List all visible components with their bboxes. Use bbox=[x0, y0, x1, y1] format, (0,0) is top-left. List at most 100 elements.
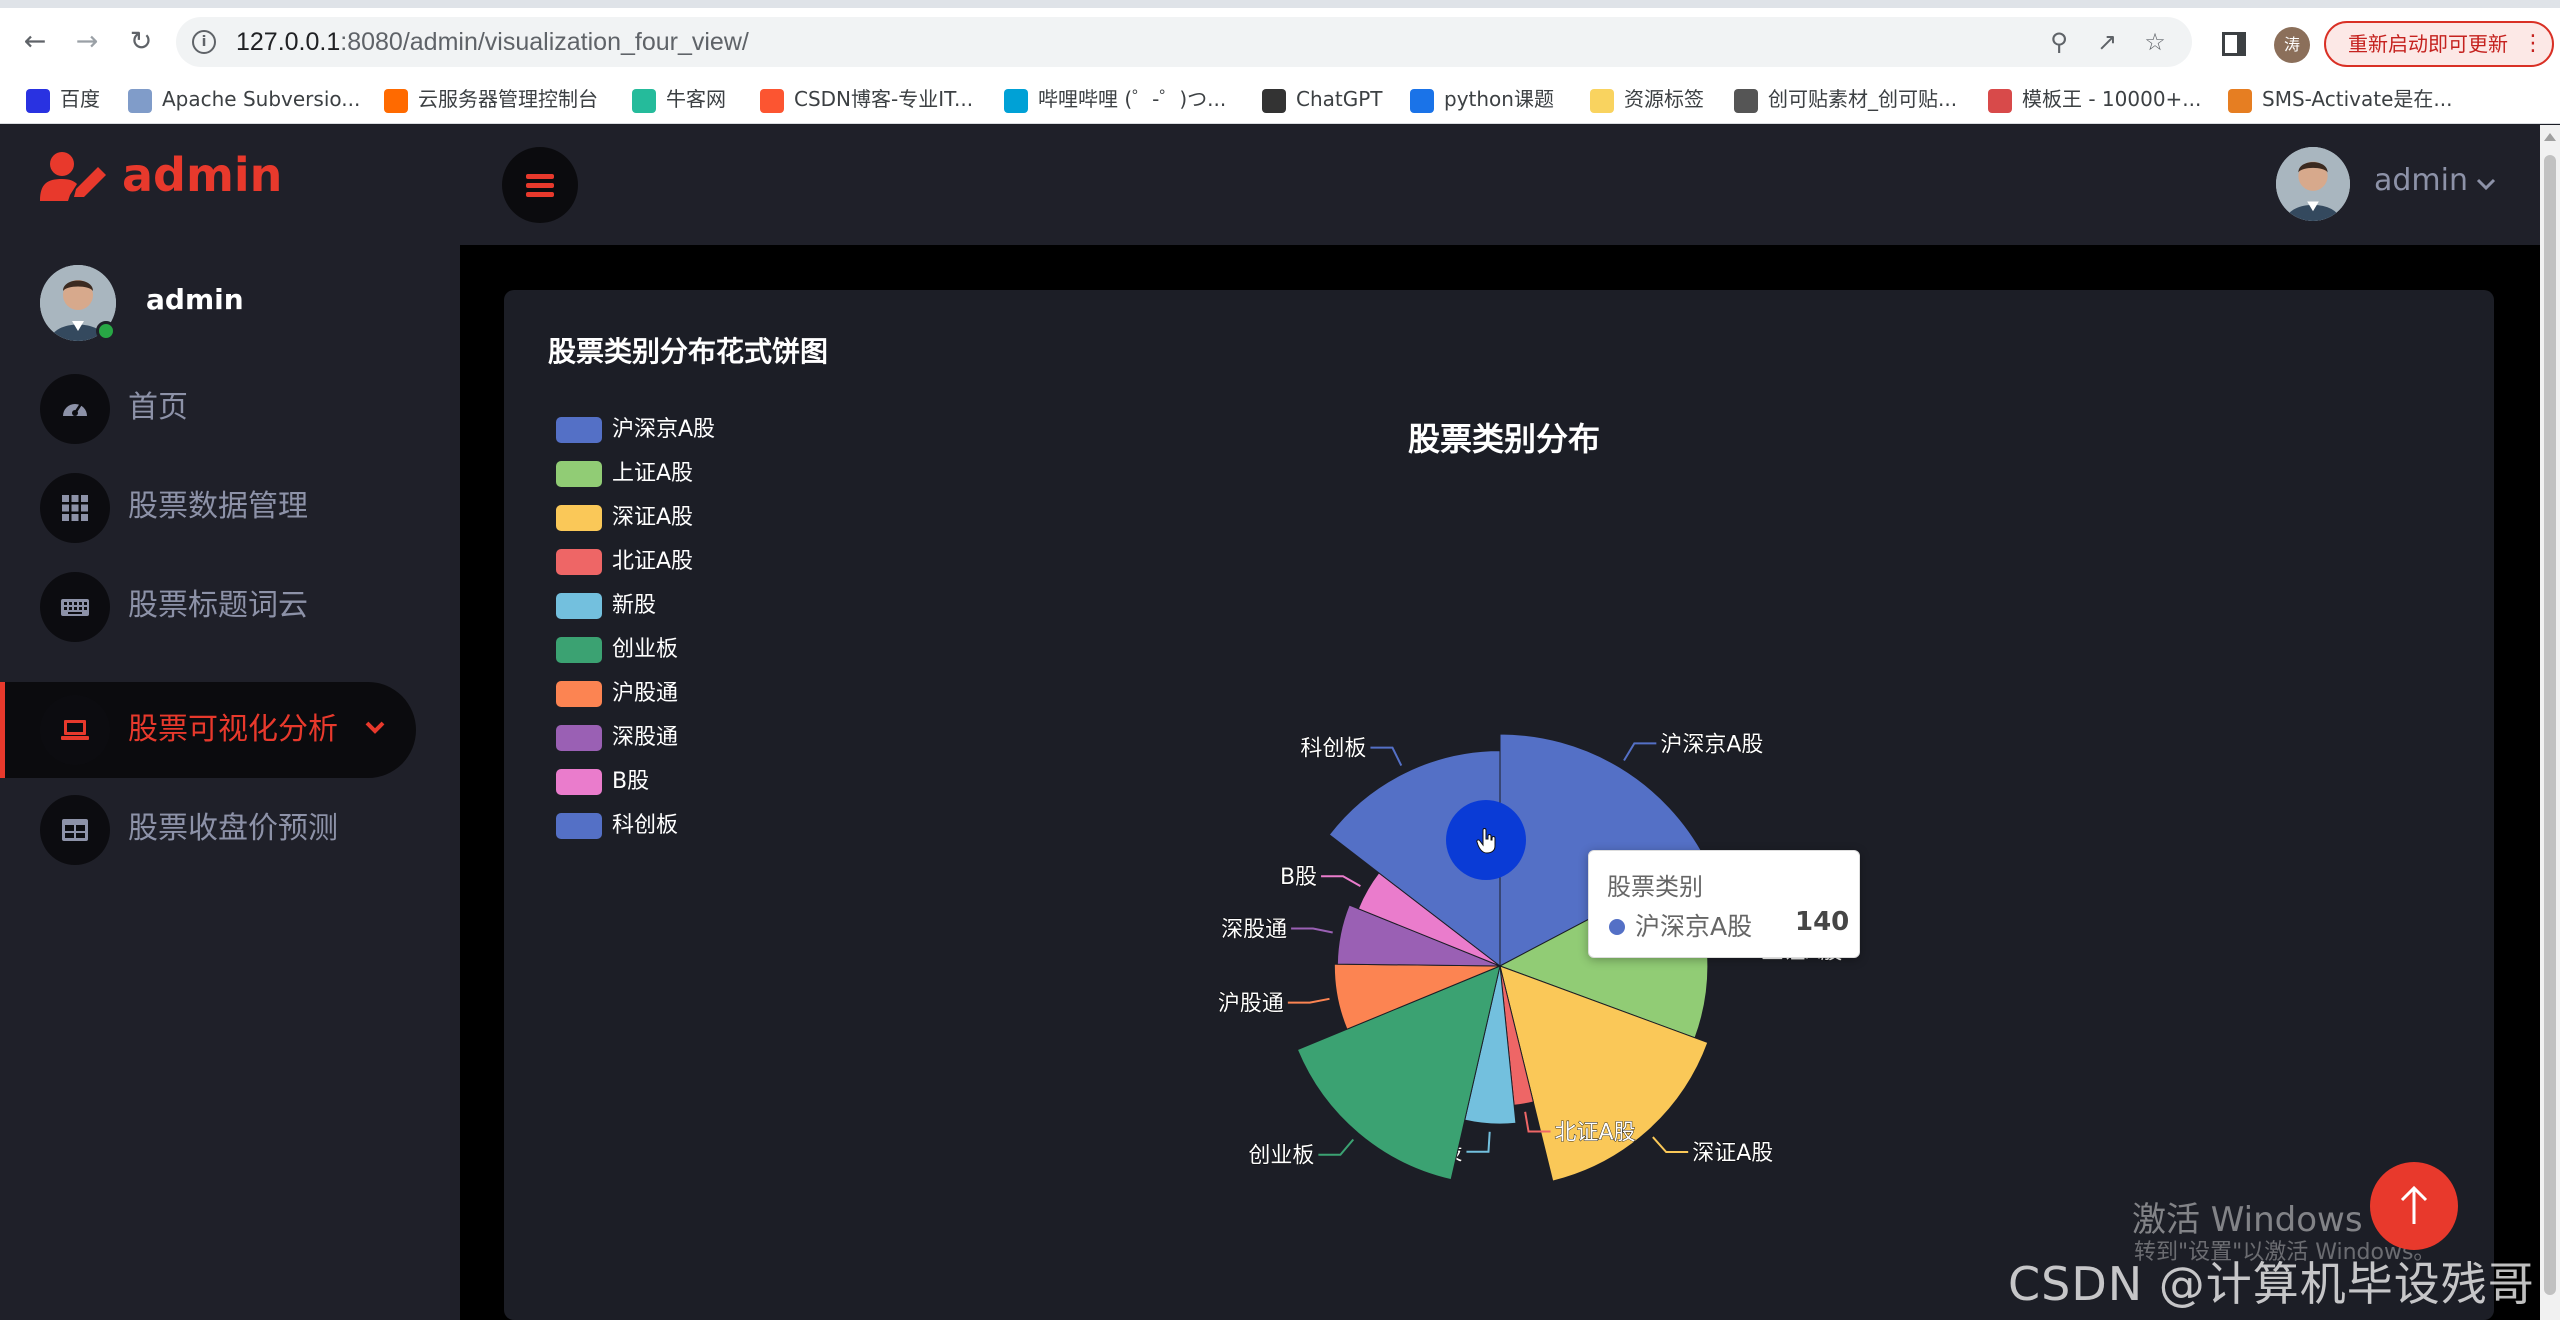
url-path: :8080/admin/visualization_four_view/ bbox=[340, 28, 749, 56]
chart-tooltip: 股票类别 沪深京A股 140 bbox=[1588, 850, 1860, 958]
sidebar-item-visualization[interactable]: 股票可视化分析 bbox=[0, 682, 416, 778]
bookmark-label: 模板王 - 10000+... bbox=[2022, 87, 2202, 111]
sidebar: admin admin 首页 股票数据管理 股票标题词云 股票可视化分析 股票收… bbox=[0, 125, 460, 1320]
sidebar-item-label: 股票标题词云 bbox=[128, 588, 308, 623]
page-scrollbar[interactable] bbox=[2540, 125, 2560, 1320]
legend-swatch bbox=[556, 549, 602, 575]
bookmark-item[interactable]: ChatGPT bbox=[1262, 74, 1383, 124]
sidebar-item-stock-data[interactable]: 股票数据管理 bbox=[0, 459, 460, 555]
menu-toggle-button[interactable] bbox=[502, 147, 578, 223]
url-text[interactable]: 127.0.0.1:8080/admin/visualization_four_… bbox=[236, 17, 749, 67]
legend-label: 北证A股 bbox=[612, 549, 694, 574]
sidebar-item-prediction[interactable]: 股票收盘价预测 bbox=[0, 781, 460, 877]
bookmark-favicon-icon bbox=[128, 88, 152, 113]
reload-icon[interactable]: ↻ bbox=[124, 25, 158, 59]
online-status-icon bbox=[96, 321, 116, 341]
sidebar-username: admin bbox=[146, 283, 244, 316]
browser-toolbar: ← → ↻ i 127.0.0.1:8080/admin/visualizati… bbox=[0, 8, 2560, 74]
hamburger-icon bbox=[526, 183, 554, 188]
tooltip-title: 股票类别 bbox=[1607, 873, 1703, 901]
legend-label: 科创板 bbox=[612, 813, 679, 838]
update-label: 重新启动即可更新 bbox=[2348, 32, 2508, 56]
legend-label: 深证A股 bbox=[612, 505, 694, 530]
bookmark-favicon-icon bbox=[1590, 88, 1614, 113]
legend-swatch bbox=[556, 593, 602, 619]
chevron-down-icon[interactable] bbox=[364, 716, 386, 738]
bookmarks-bar: 百度 Apache Subversio... 云服务器管理控制台 牛客网 CSDN博客-… bbox=[0, 74, 2560, 124]
sidebar-item-label: 首页 bbox=[128, 390, 188, 425]
bookmark-label: 创可贴素材_创可贴... bbox=[1768, 87, 1958, 111]
chart-title: 股票类别分布 bbox=[1407, 420, 1600, 458]
back-to-top-button[interactable] bbox=[2370, 1162, 2458, 1250]
legend-swatch bbox=[556, 813, 602, 839]
legend-swatch bbox=[556, 505, 602, 531]
legend-label: 创业板 bbox=[612, 637, 679, 662]
forward-icon[interactable]: → bbox=[70, 25, 104, 59]
scroll-up-icon[interactable] bbox=[2544, 133, 2556, 141]
bookmark-item[interactable]: 哔哩哔哩 (゜-゜)つ... bbox=[1004, 74, 1226, 124]
bookmark-item[interactable]: 百度 bbox=[26, 74, 100, 124]
share-icon[interactable]: ↗ bbox=[2094, 29, 2120, 55]
table-icon bbox=[40, 795, 110, 865]
update-button[interactable]: 重新启动即可更新 ⋮ bbox=[2324, 21, 2554, 67]
bookmark-favicon-icon bbox=[26, 88, 50, 113]
brand-title: admin bbox=[122, 148, 283, 202]
hamburger-icon bbox=[526, 174, 554, 179]
bookmark-item[interactable]: 创可贴素材_创可贴... bbox=[1734, 74, 1957, 124]
hamburger-icon bbox=[526, 192, 554, 197]
bookmark-label: 资源标签 bbox=[1624, 87, 1704, 111]
dashboard-icon bbox=[40, 374, 110, 444]
bookmark-item[interactable]: Apache Subversio... bbox=[128, 74, 360, 124]
legend-label: 深股通 bbox=[612, 725, 679, 750]
legend-swatch bbox=[556, 681, 602, 707]
bookmark-favicon-icon bbox=[1988, 88, 2012, 113]
legend-swatch bbox=[556, 769, 602, 795]
bookmark-label: 云服务器管理控制台 bbox=[418, 87, 598, 111]
back-icon[interactable]: ← bbox=[18, 25, 52, 59]
keyboard-icon bbox=[40, 572, 110, 642]
hand-cursor-icon bbox=[1476, 828, 1496, 854]
bookmark-item[interactable]: 模板王 - 10000+... bbox=[1988, 74, 2201, 124]
bookmark-item[interactable]: 资源标签 bbox=[1590, 74, 1704, 124]
bookmark-item[interactable]: 云服务器管理控制台 bbox=[384, 74, 598, 124]
sidebar-item-home[interactable]: 首页 bbox=[0, 360, 460, 456]
bookmark-item[interactable]: python课题 bbox=[1410, 74, 1554, 124]
scrollbar-thumb[interactable] bbox=[2544, 155, 2556, 1295]
legend-label: 沪深京A股 bbox=[612, 417, 716, 442]
bookmark-label: ChatGPT bbox=[1296, 87, 1383, 111]
sidebar-item-wordcloud[interactable]: 股票标题词云 bbox=[0, 558, 460, 654]
card-title: 股票类别分布花式饼图 bbox=[548, 335, 829, 368]
side-panel-icon[interactable] bbox=[2222, 32, 2246, 56]
more-icon[interactable]: ⋮ bbox=[2522, 23, 2544, 65]
bookmark-item[interactable]: CSDN博客-专业IT... bbox=[760, 74, 973, 124]
bookmark-favicon-icon bbox=[384, 88, 408, 113]
csdn-watermark: CSDN @计算机毕设残哥 bbox=[2008, 1257, 2535, 1311]
legend-label: B股 bbox=[612, 769, 650, 794]
sidebar-item-label: 股票收盘价预测 bbox=[128, 811, 338, 846]
legend-swatch bbox=[556, 461, 602, 487]
bookmark-favicon-icon bbox=[1004, 88, 1028, 113]
legend-label: 沪股通 bbox=[612, 681, 679, 706]
tooltip-value: 140 bbox=[1795, 907, 1850, 937]
tooltip-marker bbox=[1609, 919, 1625, 935]
bookmark-star-icon[interactable]: ☆ bbox=[2142, 29, 2168, 55]
bookmark-label: 哔哩哔哩 (゜-゜)つ... bbox=[1038, 87, 1227, 111]
bookmark-label: CSDN博客-专业IT... bbox=[794, 87, 974, 111]
bookmark-label: 百度 bbox=[60, 87, 100, 111]
zoom-icon[interactable]: ⚲ bbox=[2046, 29, 2072, 55]
top-username: admin bbox=[2374, 163, 2468, 198]
bookmark-label: SMS-Activate是在... bbox=[2262, 87, 2453, 111]
profile-avatar[interactable]: 涛 bbox=[2274, 27, 2310, 63]
legend-label: 新股 bbox=[612, 593, 657, 618]
address-bar[interactable]: i 127.0.0.1:8080/admin/visualization_fou… bbox=[176, 17, 2192, 67]
bookmark-favicon-icon bbox=[2228, 88, 2252, 113]
bookmark-label: 牛客网 bbox=[666, 87, 726, 111]
bookmark-favicon-icon bbox=[1734, 88, 1758, 113]
user-edit-icon bbox=[40, 152, 106, 201]
legend-swatch bbox=[556, 725, 602, 751]
legend-swatch bbox=[556, 417, 602, 443]
bookmark-item[interactable]: 牛客网 bbox=[632, 74, 726, 124]
bookmark-item[interactable]: SMS-Activate是在... bbox=[2228, 74, 2452, 124]
site-info-icon[interactable]: i bbox=[192, 30, 216, 54]
arrow-up-icon bbox=[2400, 1185, 2428, 1224]
